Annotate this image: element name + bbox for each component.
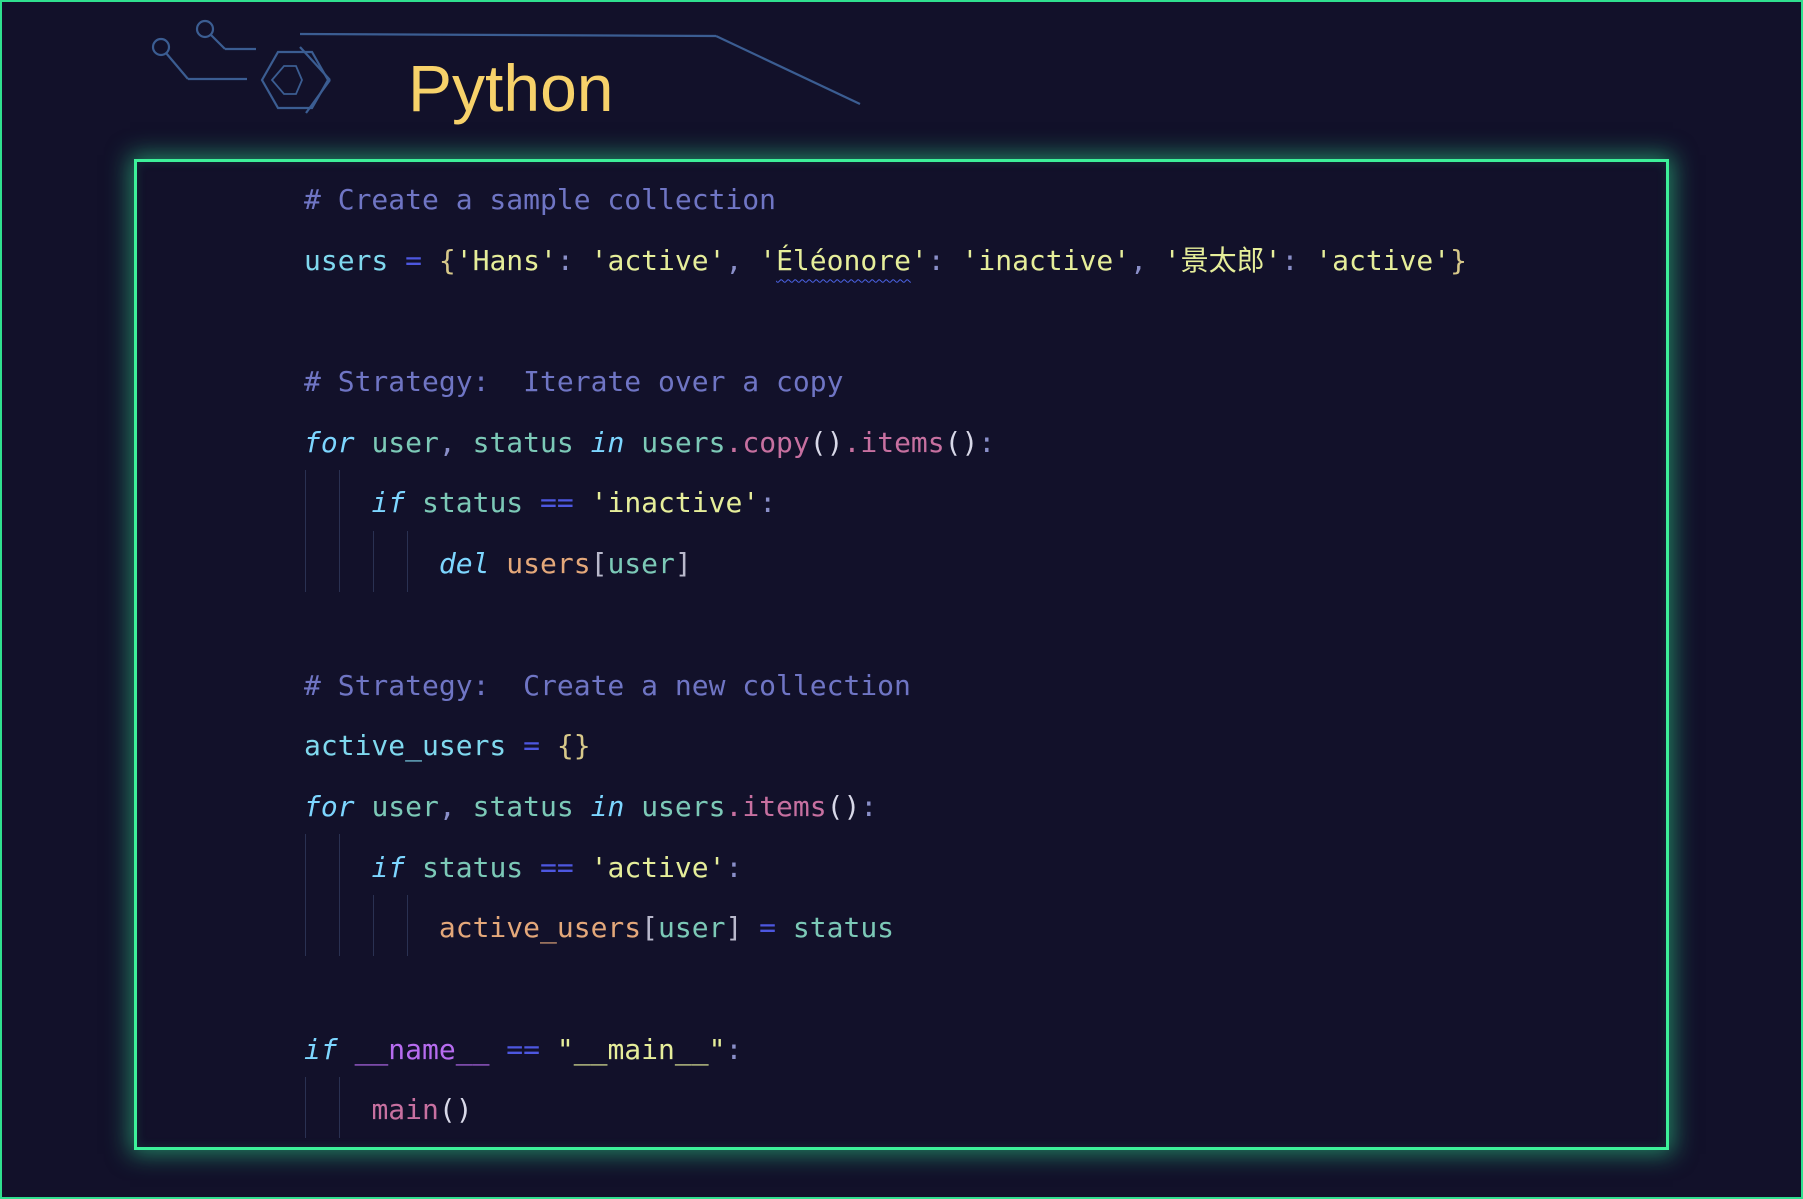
code-line: users = {'Hans': 'active', 'Éléonore': '… [304,243,1467,277]
code-line: for user, status in users.items(): [304,789,878,823]
code-line: active_users = {} [304,729,591,763]
code-line: active_users[user] = status [438,911,895,945]
code-line: for user, status in users.copy().items()… [304,425,996,459]
code-line: if __name__ == "__main__": [304,1032,743,1066]
code-line: # Create a sample collection [304,183,777,216]
code-line: main() [371,1093,473,1127]
code-line: del users[user] [438,547,692,581]
code-line: # Strategy: Iterate over a copy [304,365,844,399]
code-block[interactable]: # Create a sample collection users = {'Ha… [304,170,1467,1141]
code-line: # Strategy: Create a new collection [304,668,911,702]
code-line: if status == 'inactive': [371,486,777,520]
page-title: Python [408,51,614,125]
code-line: if status == 'active': [371,850,743,884]
